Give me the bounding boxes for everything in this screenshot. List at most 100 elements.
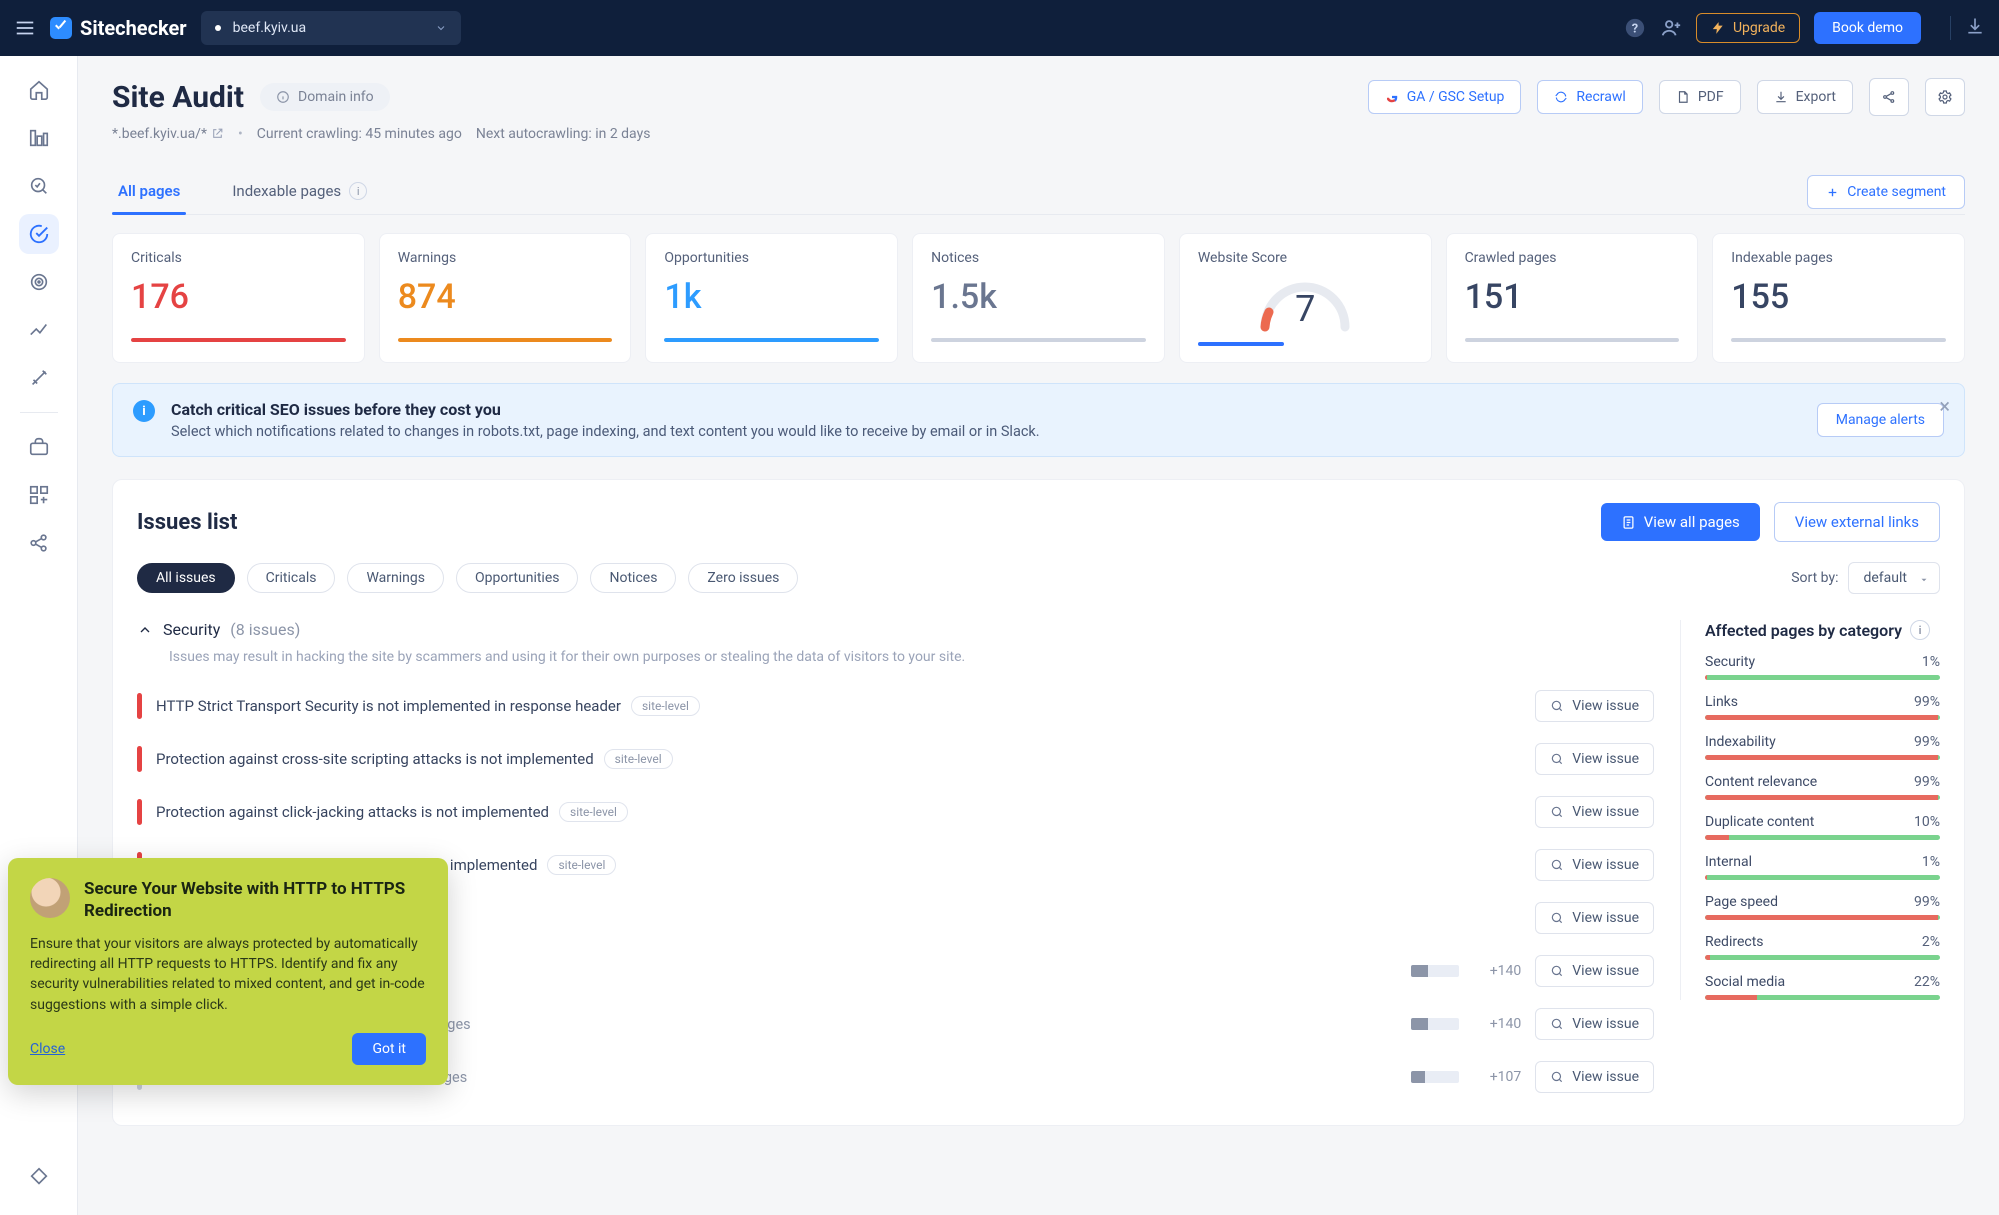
nav-diamond-icon[interactable] (19, 1157, 59, 1197)
filter-criticals[interactable]: Criticals (247, 563, 336, 593)
nav-share-icon[interactable] (19, 523, 59, 563)
chevron-up-icon (137, 622, 153, 638)
card-notices[interactable]: Notices 1.5k (912, 233, 1165, 363)
scope-text[interactable]: *.beef.kyiv.ua/* (112, 126, 224, 142)
group-security-header[interactable]: Security (8 issues) (137, 620, 1654, 639)
tab-indexable-pages[interactable]: Indexable pages i (226, 170, 373, 214)
category-row[interactable]: Redirects2% (1705, 934, 1940, 950)
view-issue-button[interactable]: View issue (1535, 796, 1654, 828)
view-issue-button[interactable]: View issue (1535, 955, 1654, 987)
book-demo-button[interactable]: Book demo (1814, 12, 1921, 44)
pdf-button[interactable]: PDF (1659, 80, 1741, 114)
caret-down-icon (1919, 575, 1929, 585)
filter-warnings[interactable]: Warnings (347, 563, 444, 593)
category-row[interactable]: Content relevance99% (1705, 774, 1940, 790)
crawl-status: Current crawling: 45 minutes ago (257, 126, 462, 142)
issue-label[interactable]: Protection against click-jacking attacks… (156, 802, 1521, 822)
view-issue-button[interactable]: View issue (1535, 690, 1654, 722)
upgrade-button[interactable]: Upgrade (1696, 13, 1800, 43)
manage-alerts-button[interactable]: Manage alerts (1817, 403, 1944, 437)
filter-opportunities[interactable]: Opportunities (456, 563, 579, 593)
category-row[interactable]: Security1% (1705, 654, 1940, 670)
search-icon (1550, 1070, 1564, 1084)
nav-audit-icon[interactable] (19, 214, 59, 254)
nav-magic-icon[interactable] (19, 358, 59, 398)
category-row[interactable]: Links99% (1705, 694, 1940, 710)
search-icon (1550, 752, 1564, 766)
domain-info-chip[interactable]: Domain info (260, 83, 390, 111)
alert-title: Catch critical SEO issues before they co… (171, 400, 1040, 419)
logo-icon (50, 17, 72, 39)
nav-target-icon[interactable] (19, 262, 59, 302)
category-bar (1705, 995, 1940, 1000)
view-all-pages-button[interactable]: View all pages (1601, 503, 1760, 541)
menu-icon[interactable] (14, 17, 36, 39)
issue-label[interactable]: HTTP Strict Transport Security is not im… (156, 696, 1521, 716)
filter-notices[interactable]: Notices (590, 563, 676, 593)
category-bar (1705, 915, 1940, 920)
view-issue-button[interactable]: View issue (1535, 849, 1654, 881)
view-issue-button[interactable]: View issue (1535, 743, 1654, 775)
category-bar (1705, 835, 1940, 840)
toast-close-link[interactable]: Close (30, 1041, 65, 1057)
info-icon[interactable]: i (1910, 620, 1930, 640)
category-heading: Affected pages by category (1705, 621, 1902, 640)
nav-home-icon[interactable] (19, 70, 59, 110)
issue-row: Protection against click-jacking attacks… (137, 785, 1654, 838)
view-external-links-button[interactable]: View external links (1774, 502, 1940, 542)
nav-search-icon[interactable] (19, 166, 59, 206)
sort-select[interactable]: default (1848, 562, 1940, 594)
site-selected-label: beef.kyiv.ua (233, 20, 306, 36)
info-icon[interactable]: i (349, 182, 367, 200)
info-badge-icon: i (133, 400, 155, 422)
share-button[interactable] (1869, 78, 1909, 116)
settings-button[interactable] (1925, 78, 1965, 116)
ga-setup-button[interactable]: GA / GSC Setup (1368, 80, 1522, 114)
site-selector[interactable]: beef.kyiv.ua (201, 11, 461, 45)
view-issue-button[interactable]: View issue (1535, 1061, 1654, 1093)
filter-all[interactable]: All issues (137, 563, 235, 593)
onboarding-toast: Secure Your Website with HTTP to HTTPS R… (8, 858, 448, 1085)
download-icon[interactable] (1950, 16, 1985, 40)
toast-gotit-button[interactable]: Got it (352, 1033, 426, 1065)
group-desc: Issues may result in hacking the site by… (169, 649, 1654, 665)
create-segment-button[interactable]: Create segment (1807, 175, 1965, 209)
card-crawled[interactable]: Crawled pages 151 (1446, 233, 1699, 363)
close-icon[interactable]: × (1939, 394, 1950, 418)
severity-indicator (137, 693, 142, 719)
card-criticals[interactable]: Criticals 176 (112, 233, 365, 363)
help-icon[interactable]: ? (1624, 17, 1646, 39)
issue-label[interactable]: Protection against cross-site scripting … (156, 749, 1521, 769)
brand-text: Sitechecker (80, 16, 187, 40)
chevron-down-icon (435, 22, 447, 34)
category-row[interactable]: Indexability99% (1705, 734, 1940, 750)
card-website-score[interactable]: Website Score 7 (1179, 233, 1432, 363)
card-opportunities[interactable]: Opportunities 1k (645, 233, 898, 363)
card-indexable[interactable]: Indexable pages 155 (1712, 233, 1965, 363)
issue-row: Protection against cross-site scripting … (137, 732, 1654, 785)
nav-trend-icon[interactable] (19, 310, 59, 350)
export-button[interactable]: Export (1757, 80, 1853, 114)
filter-zero[interactable]: Zero issues (688, 563, 798, 593)
recrawl-button[interactable]: Recrawl (1537, 80, 1642, 114)
toast-body: Ensure that your visitors are always pro… (30, 934, 426, 1015)
category-row[interactable]: Social media22% (1705, 974, 1940, 990)
category-row[interactable]: Duplicate content10% (1705, 814, 1940, 830)
category-bar (1705, 795, 1940, 800)
category-bar (1705, 955, 1940, 960)
category-row[interactable]: Page speed99% (1705, 894, 1940, 910)
category-row[interactable]: Internal1% (1705, 854, 1940, 870)
card-warnings[interactable]: Warnings 874 (379, 233, 632, 363)
download-icon (1774, 90, 1788, 104)
view-issue-button[interactable]: View issue (1535, 1008, 1654, 1040)
add-user-icon[interactable] (1660, 17, 1682, 39)
info-icon (276, 90, 290, 104)
site-level-tag: site-level (547, 855, 616, 875)
nav-briefcase-icon[interactable] (19, 427, 59, 467)
avatar (30, 878, 70, 918)
nav-dashboard-icon[interactable] (19, 118, 59, 158)
view-issue-button[interactable]: View issue (1535, 902, 1654, 934)
brand[interactable]: Sitechecker (50, 16, 187, 40)
tab-all-pages[interactable]: All pages (112, 170, 186, 214)
nav-apps-icon[interactable] (19, 475, 59, 515)
